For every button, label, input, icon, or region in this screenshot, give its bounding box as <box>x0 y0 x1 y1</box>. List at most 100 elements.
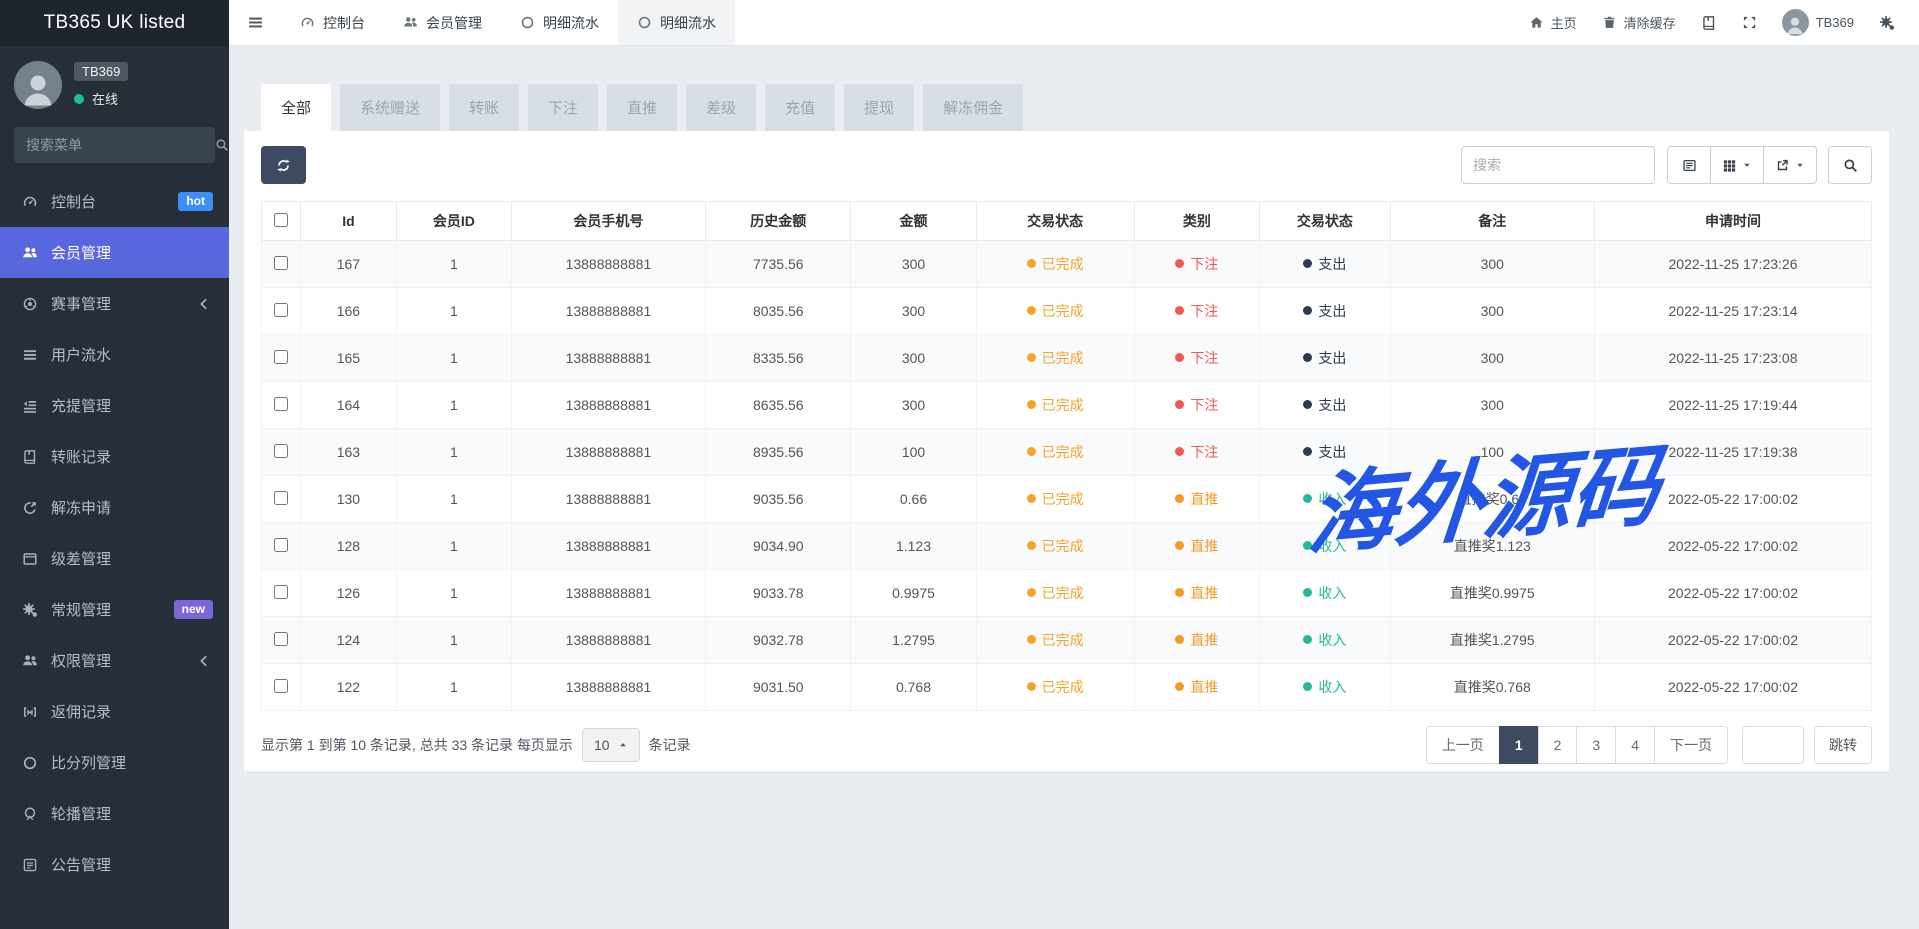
filter-tab-6[interactable]: 充值 <box>765 84 835 131</box>
filter-tab-0[interactable]: 全部 <box>261 84 331 131</box>
filter-tab-7[interactable]: 提现 <box>844 84 914 131</box>
refresh-icon <box>276 158 291 173</box>
filter-tab-5[interactable]: 差级 <box>686 84 756 131</box>
clear-cache-link[interactable]: 清除缓存 <box>1602 13 1676 32</box>
status-dot-icon <box>1175 400 1184 409</box>
sidebar-item-8[interactable]: 常规管理new <box>0 584 229 635</box>
log-book-icon[interactable] <box>1701 15 1717 31</box>
topbar-user[interactable]: TB369 <box>1782 9 1854 36</box>
page-size-dropdown[interactable]: 10 <box>582 728 640 762</box>
sidebar-item-label: 控制台 <box>51 191 96 212</box>
sidebar-item-3[interactable]: 用户流水 <box>0 329 229 380</box>
cell-status: 已完成 <box>976 617 1134 664</box>
status-label: 支出 <box>1318 303 1346 319</box>
sidebar-item-2[interactable]: 赛事管理 <box>0 278 229 329</box>
export-button[interactable] <box>1763 146 1817 184</box>
refresh-button[interactable] <box>261 146 306 184</box>
cell-remark: 直推奖0.66 <box>1390 476 1594 523</box>
pagination-summary-suffix: 条记录 <box>649 735 691 755</box>
pager: 上一页1234下一页 <box>1426 726 1728 764</box>
cell-status: 已完成 <box>976 241 1134 288</box>
row-checkbox[interactable] <box>274 397 288 411</box>
soccer-icon <box>21 296 39 312</box>
topbar-tab-1[interactable]: 会员管理 <box>384 0 501 45</box>
topbar-nav: 控制台会员管理明细流水明细流水 <box>281 0 735 45</box>
row-checkbox[interactable] <box>274 585 288 599</box>
filter-tab-1[interactable]: 系统赠送 <box>340 84 440 131</box>
sidebar-search-input[interactable] <box>26 137 207 153</box>
cell-history-amount: 9031.50 <box>706 664 851 711</box>
row-checkbox[interactable] <box>274 679 288 693</box>
commission-icon <box>21 704 39 720</box>
prev-page-button[interactable]: 上一页 <box>1426 726 1500 764</box>
sidebar-item-11[interactable]: 比分列管理 <box>0 737 229 788</box>
next-page-button[interactable]: 下一页 <box>1654 726 1728 764</box>
cell-phone: 13888888881 <box>511 335 706 382</box>
hamburger-icon[interactable] <box>229 0 281 45</box>
filter-tabs: 全部系统赠送转账下注直推差级充值提现解冻佣金 <box>261 84 1023 131</box>
home-label: 主页 <box>1551 13 1577 32</box>
columns-button[interactable] <box>1710 146 1764 184</box>
notice-icon <box>21 857 39 873</box>
cell-category: 直推 <box>1134 476 1260 523</box>
sidebar-item-1[interactable]: 会员管理 <box>0 227 229 278</box>
status-dot-icon <box>1027 541 1036 550</box>
cell-status: 已完成 <box>976 382 1134 429</box>
sidebar-item-10[interactable]: 返佣记录 <box>0 686 229 737</box>
book-icon <box>21 449 39 465</box>
filter-tab-3[interactable]: 下注 <box>528 84 598 131</box>
home-link[interactable]: 主页 <box>1529 13 1577 32</box>
row-checkbox[interactable] <box>274 444 288 458</box>
filter-tab-8[interactable]: 解冻佣金 <box>923 84 1023 131</box>
app-logo: TB365 UK listed <box>0 0 229 46</box>
row-checkbox[interactable] <box>274 256 288 270</box>
fullscreen-icon[interactable] <box>1742 15 1757 30</box>
sidebar-item-4[interactable]: 充提管理 <box>0 380 229 431</box>
topbar-tab-0[interactable]: 控制台 <box>281 0 384 45</box>
topbar-tab-2[interactable]: 明细流水 <box>501 0 618 45</box>
sidebar-item-12[interactable]: 轮播管理 <box>0 788 229 839</box>
cell-history-amount: 9033.78 <box>706 570 851 617</box>
detail-view-button[interactable] <box>1667 146 1711 184</box>
cell-time: 2022-05-22 17:00:02 <box>1595 523 1872 570</box>
filter-tab-2[interactable]: 转账 <box>449 84 519 131</box>
circle-icon <box>520 15 535 30</box>
sidebar-item-5[interactable]: 转账记录 <box>0 431 229 482</box>
cell-category: 下注 <box>1134 288 1260 335</box>
status-label: 下注 <box>1190 256 1218 272</box>
cell-direction: 收入 <box>1260 570 1390 617</box>
page-jump-input[interactable] <box>1742 726 1804 764</box>
page-button-3[interactable]: 3 <box>1576 726 1616 764</box>
page-button-2[interactable]: 2 <box>1538 726 1578 764</box>
cell-remark: 直推奖1.2795 <box>1390 617 1594 664</box>
filter-tab-4[interactable]: 直推 <box>607 84 677 131</box>
search-icon[interactable] <box>215 138 229 152</box>
settings-gears-icon[interactable] <box>1879 15 1895 31</box>
sidebar-item-9[interactable]: 权限管理 <box>0 635 229 686</box>
user-status: 在线 <box>74 89 128 108</box>
cell-id: 122 <box>300 664 397 711</box>
row-checkbox[interactable] <box>274 303 288 317</box>
select-all-checkbox[interactable] <box>274 213 288 227</box>
sidebar-item-6[interactable]: 解冻申请 <box>0 482 229 533</box>
sidebar-item-7[interactable]: 级差管理 <box>0 533 229 584</box>
search-button[interactable] <box>1828 146 1872 184</box>
page-button-4[interactable]: 4 <box>1615 726 1655 764</box>
cell-amount: 300 <box>851 382 977 429</box>
topbar-tab-3[interactable]: 明细流水 <box>618 0 735 45</box>
row-checkbox[interactable] <box>274 491 288 505</box>
row-checkbox[interactable] <box>274 350 288 364</box>
caret-down-icon <box>1795 160 1805 170</box>
row-checkbox[interactable] <box>274 538 288 552</box>
status-dot-icon <box>1175 259 1184 268</box>
row-checkbox[interactable] <box>274 632 288 646</box>
table-search-input[interactable] <box>1461 146 1655 184</box>
cell-amount: 300 <box>851 335 977 382</box>
cell-phone: 13888888881 <box>511 476 706 523</box>
sidebar-item-13[interactable]: 公告管理 <box>0 839 229 890</box>
cell-direction: 支出 <box>1260 382 1390 429</box>
sidebar-item-0[interactable]: 控制台hot <box>0 176 229 227</box>
page-button-1[interactable]: 1 <box>1499 726 1539 764</box>
page-jump-button[interactable]: 跳转 <box>1814 726 1872 764</box>
sidebar-item-label: 解冻申请 <box>51 497 111 518</box>
